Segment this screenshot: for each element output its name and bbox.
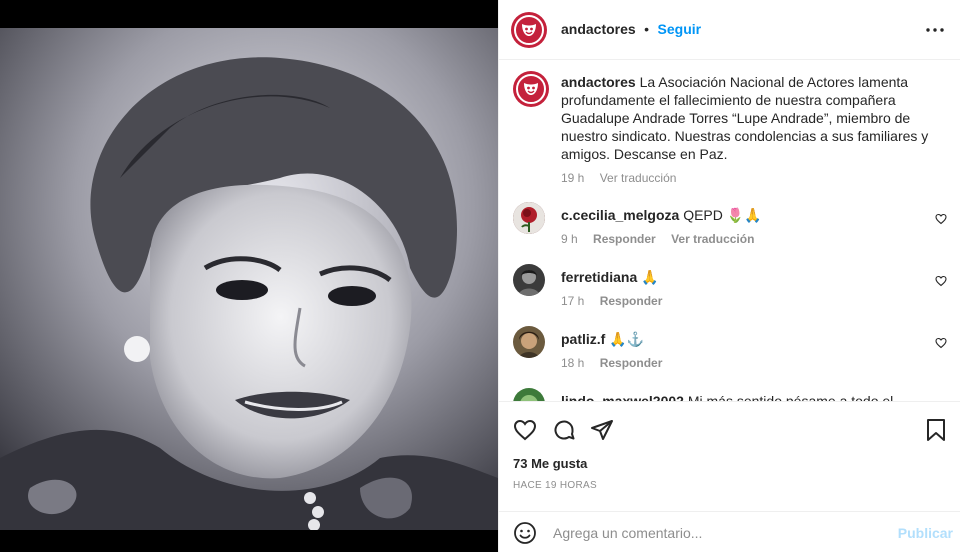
author-avatar[interactable]	[511, 12, 547, 48]
comments-list[interactable]: andactores La Asociación Nacional de Act…	[499, 61, 960, 401]
publish-button[interactable]: Publicar	[898, 525, 953, 541]
post-panel: andactores • Seguir andactores La Asocia…	[498, 0, 960, 552]
portrait-illustration	[0, 28, 498, 530]
commenter-avatar[interactable]	[513, 202, 545, 234]
caption-avatar[interactable]	[513, 71, 549, 107]
follow-button[interactable]: Seguir	[658, 21, 702, 37]
caption: andactores La Asociación Nacional de Act…	[513, 71, 953, 201]
post-photo[interactable]	[0, 28, 498, 530]
comment-like-heart-icon[interactable]	[935, 336, 947, 354]
more-options-icon[interactable]	[923, 20, 947, 40]
comment-username[interactable]: ferretidiana	[561, 269, 637, 285]
caption-username[interactable]: andactores	[561, 74, 636, 90]
comment-text: 🙏	[641, 269, 659, 285]
likes-count[interactable]: 73 Me gusta	[513, 456, 587, 471]
comment-item: lindo_maxwel2002 Mi más sentido pésame a…	[513, 388, 953, 401]
caption-translate-link[interactable]: Ver traducción	[600, 171, 677, 185]
comment-item: patliz.f 🙏⚓ 18 h Responder	[513, 326, 953, 378]
reply-button[interactable]: Responder	[600, 356, 663, 370]
reply-button[interactable]: Responder	[600, 294, 663, 308]
photo-column	[0, 0, 498, 552]
post-header: andactores • Seguir	[499, 0, 960, 60]
comment-username[interactable]: patliz.f	[561, 331, 605, 347]
like-heart-icon[interactable]	[513, 418, 537, 447]
masks-logo-icon	[514, 15, 544, 45]
caption-meta: 19 h Ver traducción	[561, 171, 945, 185]
author-username[interactable]: andactores	[561, 21, 636, 37]
comment-time[interactable]: 18 h	[561, 356, 584, 370]
comment-like-heart-icon[interactable]	[935, 274, 947, 292]
commenter-avatar[interactable]	[513, 264, 545, 296]
comment-input[interactable]	[551, 520, 885, 546]
save-bookmark-icon[interactable]	[925, 418, 947, 447]
user-photo-icon	[513, 388, 545, 401]
comment-username[interactable]: lindo_maxwel2002	[561, 393, 684, 401]
post-time-ago[interactable]: HACE 19 HORAS	[513, 480, 597, 491]
post-actions: 73 Me gusta HACE 19 HORAS	[499, 401, 960, 509]
user-photo-icon	[513, 326, 545, 358]
comment-item: ferretidiana 🙏 17 h Responder	[513, 264, 953, 316]
comment-time[interactable]: 9 h	[561, 232, 578, 246]
comment-time[interactable]: 17 h	[561, 294, 584, 308]
comment-like-heart-icon[interactable]	[935, 212, 947, 230]
caption-time[interactable]: 19 h	[561, 171, 584, 185]
masks-logo-icon	[516, 74, 546, 104]
separator-dot: •	[644, 21, 650, 37]
translate-link[interactable]: Ver traducción	[671, 232, 754, 246]
commenter-avatar[interactable]	[513, 326, 545, 358]
share-send-icon[interactable]	[590, 418, 614, 447]
reply-button[interactable]: Responder	[593, 232, 656, 246]
comment-bubble-icon[interactable]	[552, 418, 576, 447]
emoji-icon[interactable]	[513, 521, 537, 550]
comment-text: 🙏⚓	[609, 331, 645, 347]
comment-text: QEPD 🌷🙏	[683, 207, 762, 223]
user-photo-icon	[513, 264, 545, 296]
rose-image-icon	[513, 202, 545, 234]
caption-text-block: andactores La Asociación Nacional de Act…	[561, 73, 945, 163]
commenter-avatar[interactable]	[513, 388, 545, 401]
add-comment-bar: Publicar	[499, 511, 960, 552]
comment-item: c.cecilia_melgoza QEPD 🌷🙏 9 h Responder …	[513, 202, 953, 254]
comment-username[interactable]: c.cecilia_melgoza	[561, 207, 679, 223]
